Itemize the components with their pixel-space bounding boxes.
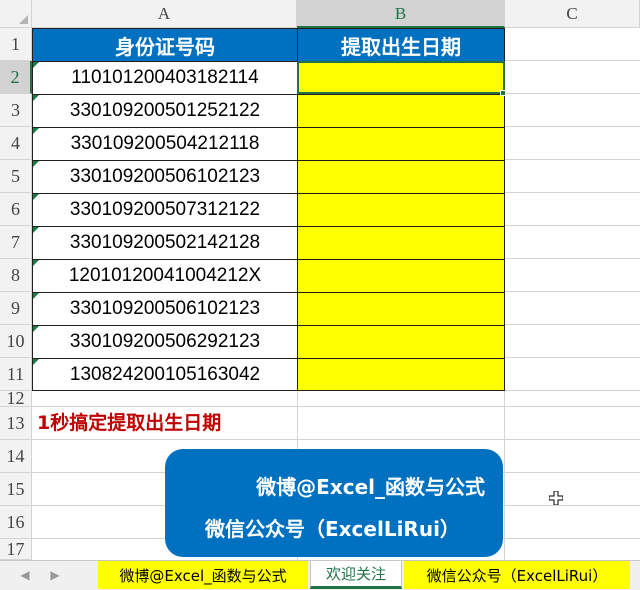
banner-wechat-text: 微信公众号（ExcelLiRui）	[205, 517, 460, 541]
birth-date-cell[interactable]	[297, 127, 505, 161]
row-header-1[interactable]: 1	[0, 28, 32, 61]
row-header-7[interactable]: 7	[0, 226, 32, 259]
row-header-5[interactable]: 5	[0, 160, 32, 193]
sheet-tab-wechat[interactable]: 微信公众号（ExcelLiRui）	[404, 561, 630, 589]
id-cell[interactable]: 330109200506102123	[32, 160, 298, 194]
grid-line	[505, 60, 640, 61]
grid-line	[505, 93, 640, 94]
scroll-right-icon[interactable]: ▶	[48, 568, 62, 582]
row-header-14[interactable]: 14	[0, 440, 32, 473]
birth-date-cell[interactable]	[297, 325, 505, 359]
row-header-4[interactable]: 4	[0, 127, 32, 160]
id-cell[interactable]: 330109200506292123	[32, 325, 298, 359]
header-cell-birth-date[interactable]: 提取出生日期	[297, 28, 505, 62]
sheet-tab-weibo[interactable]: 微博@Excel_函数与公式	[98, 561, 308, 589]
spreadsheet-grid: A B C 1 2 3 4 5 6 7 8 9 10 11 12 13 14 1…	[0, 0, 640, 560]
grid-line	[505, 159, 640, 160]
grid-line	[32, 439, 640, 440]
row-header-15[interactable]: 15	[0, 473, 32, 506]
id-cell[interactable]: 330109200507312122	[32, 193, 298, 227]
id-cell[interactable]: 130824200105163042	[32, 358, 298, 391]
id-cell[interactable]: 330109200501252122	[32, 94, 298, 128]
grid-line	[505, 357, 640, 358]
grid-line	[505, 192, 640, 193]
birth-date-cell[interactable]	[297, 259, 505, 293]
cell-cursor-icon	[549, 491, 563, 505]
grid-line	[505, 126, 640, 127]
grid-line	[505, 324, 640, 325]
fill-handle[interactable]	[500, 90, 506, 96]
column-header-b[interactable]: B	[297, 0, 505, 28]
row-header-17[interactable]: 17	[0, 539, 32, 560]
id-cell[interactable]: 330109200502142128	[32, 226, 298, 260]
row-header-8[interactable]: 8	[0, 259, 32, 292]
row-header-13[interactable]: 13	[0, 407, 32, 440]
sheet-tab-welcome[interactable]: 欢迎关注	[310, 561, 402, 589]
promo-banner: 微博@Excel_函数与公式 微信公众号（ExcelLiRui）	[165, 449, 503, 557]
grid-line	[32, 406, 640, 407]
row-header-9[interactable]: 9	[0, 292, 32, 325]
row-header-11[interactable]: 11	[0, 358, 32, 391]
birth-date-cell[interactable]	[297, 358, 505, 391]
row-header-3[interactable]: 3	[0, 94, 32, 127]
row-header-2[interactable]: 2	[0, 61, 32, 94]
active-cell-selection[interactable]	[297, 61, 505, 94]
banner-weibo-text: 微博@Excel_函数与公式	[256, 475, 485, 499]
column-header-c[interactable]: C	[505, 0, 640, 28]
column-header-a[interactable]: A	[32, 0, 297, 28]
birth-date-cell[interactable]	[297, 292, 505, 326]
grid-line	[505, 258, 640, 259]
grid-line	[505, 291, 640, 292]
grid-line	[505, 225, 640, 226]
id-cell[interactable]: 12010120041004212X	[32, 259, 298, 293]
row-header-16[interactable]: 16	[0, 506, 32, 539]
note-text: 1秒搞定提取出生日期	[37, 412, 222, 434]
select-all-button[interactable]	[0, 0, 32, 28]
header-cell-id-number[interactable]: 身份证号码	[32, 28, 298, 62]
birth-date-cell[interactable]	[297, 94, 505, 128]
birth-date-cell[interactable]	[297, 226, 505, 260]
birth-date-cell[interactable]	[297, 160, 505, 194]
id-cell[interactable]: 330109200504212118	[32, 127, 298, 161]
row-header-10[interactable]: 10	[0, 325, 32, 358]
row-header-12[interactable]: 12	[0, 388, 32, 408]
scroll-left-icon[interactable]: ◀	[18, 568, 32, 582]
birth-date-cell[interactable]	[297, 193, 505, 227]
id-cell[interactable]: 110101200403182114	[32, 61, 298, 95]
id-cell[interactable]: 330109200506102123	[32, 292, 298, 326]
row-header-6[interactable]: 6	[0, 193, 32, 226]
sheet-tab-bar: ◀ ▶ 微博@Excel_函数与公式 欢迎关注 微信公众号（ExcelLiRui…	[0, 560, 640, 590]
